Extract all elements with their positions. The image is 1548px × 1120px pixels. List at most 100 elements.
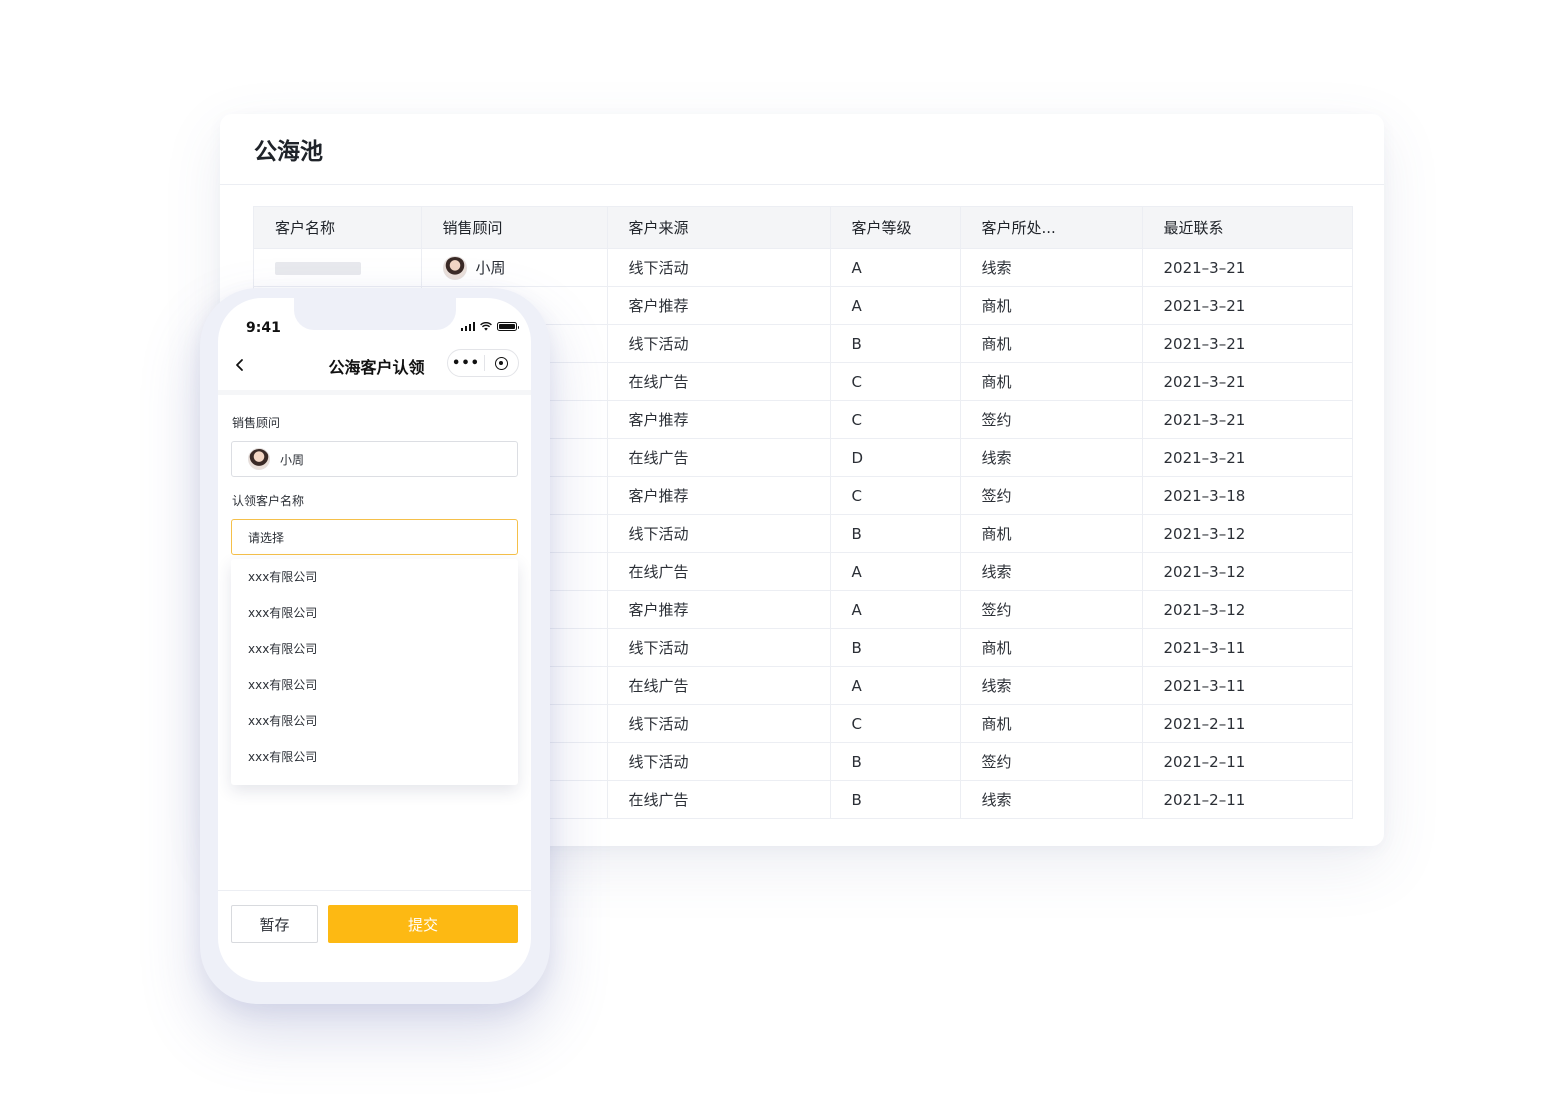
last-contact-cell: 2021–3–21 <box>1142 286 1352 325</box>
source-cell: 在线广告 <box>607 780 831 818</box>
dropdown-option[interactable]: xxx有限公司 <box>231 739 518 775</box>
source-cell: 客户推荐 <box>607 476 831 515</box>
dropdown-option[interactable]: xxx有限公司 <box>231 703 518 739</box>
status-time: 9:41 <box>246 320 281 336</box>
dropdown-option[interactable]: xxx有限公司 <box>231 559 518 595</box>
source-cell: 在线广告 <box>607 666 831 705</box>
advisor-field-value: 小周 <box>280 452 305 467</box>
source-cell: 线下活动 <box>607 514 831 553</box>
level-cell: B <box>830 324 961 363</box>
source-cell: 线下活动 <box>607 628 831 667</box>
nav-bar: 公海客户认领 ••• <box>218 348 531 382</box>
status-icons <box>460 322 519 331</box>
submit-button[interactable]: 提交 <box>328 905 518 943</box>
column-header-source[interactable]: 客户来源 <box>607 207 831 249</box>
last-contact-cell: 2021–3–21 <box>1142 248 1352 287</box>
level-cell: C <box>830 362 961 401</box>
stage-cell: 商机 <box>960 628 1143 667</box>
source-cell: 客户推荐 <box>607 286 831 325</box>
last-contact-cell: 2021–3–11 <box>1142 628 1352 667</box>
last-contact-cell: 2021–3–21 <box>1142 400 1352 439</box>
level-cell: B <box>830 742 961 781</box>
last-contact-cell: 2021–2–11 <box>1142 704 1352 743</box>
stage-cell: 线索 <box>960 666 1143 705</box>
avatar <box>248 448 270 470</box>
more-dots-icon[interactable]: ••• <box>448 357 484 370</box>
stage-cell: 线索 <box>960 438 1143 477</box>
dropdown-option[interactable]: xxx有限公司 <box>231 667 518 703</box>
close-mini-program-button[interactable] <box>485 356 518 370</box>
column-header-stage[interactable]: 客户所处... <box>960 207 1143 249</box>
nav-divider <box>218 390 531 395</box>
signal-icon <box>460 322 475 331</box>
level-cell: C <box>830 400 961 439</box>
source-cell: 线下活动 <box>607 248 831 287</box>
stage-cell: 签约 <box>960 476 1143 515</box>
level-cell: A <box>830 552 961 591</box>
last-contact-cell: 2021–3–18 <box>1142 476 1352 515</box>
last-contact-cell: 2021–3–12 <box>1142 552 1352 591</box>
level-cell: C <box>830 704 961 743</box>
phone-screen: 9:41 公海客户认领 ••• 销售顾问 小周 认领客户名称 请选择 xxx有限… <box>218 298 531 982</box>
stage-cell: 线索 <box>960 552 1143 591</box>
save-draft-button[interactable]: 暂存 <box>231 905 318 943</box>
customer-select[interactable]: 请选择 <box>231 519 518 555</box>
level-cell: A <box>830 286 961 325</box>
advisor-cell: 小周 <box>421 248 608 287</box>
source-cell: 线下活动 <box>607 324 831 363</box>
advisor-field[interactable]: 小周 <box>231 441 518 477</box>
last-contact-cell: 2021–2–11 <box>1142 742 1352 781</box>
level-cell: A <box>830 590 961 629</box>
table-header-row: 客户名称 销售顾问 客户来源 客户等级 客户所处... 最近联系 <box>254 207 1352 249</box>
stage-cell: 商机 <box>960 704 1143 743</box>
stage-cell: 线索 <box>960 248 1143 287</box>
advisor-label: 销售顾问 <box>232 416 281 430</box>
source-cell: 客户推荐 <box>607 590 831 629</box>
source-cell: 在线广告 <box>607 552 831 591</box>
last-contact-cell: 2021–3–21 <box>1142 362 1352 401</box>
column-header-level[interactable]: 客户等级 <box>830 207 961 249</box>
avatar <box>442 255 467 280</box>
stage-cell: 商机 <box>960 286 1143 325</box>
customer-dropdown: xxx有限公司 xxx有限公司 xxx有限公司 xxx有限公司 xxx有限公司 … <box>231 559 518 785</box>
customer-name-cell <box>254 248 422 287</box>
source-cell: 线下活动 <box>607 742 831 781</box>
level-cell: A <box>830 248 961 287</box>
column-header-customer-name[interactable]: 客户名称 <box>254 207 422 249</box>
level-cell: C <box>830 476 961 515</box>
stage-cell: 线索 <box>960 780 1143 818</box>
level-cell: D <box>830 438 961 477</box>
dropdown-option[interactable]: xxx有限公司 <box>231 631 518 667</box>
mini-program-capsule: ••• <box>447 349 519 377</box>
battery-icon <box>497 322 519 331</box>
table-row[interactable]: 小周 线下活动 A 线索 2021–3–21 <box>254 248 1352 287</box>
panel-header: 公海池 <box>220 114 1384 185</box>
advisor-name: 小周 <box>475 259 506 277</box>
level-cell: B <box>830 628 961 667</box>
customer-name-label: 认领客户名称 <box>232 494 305 508</box>
bottom-bar-divider <box>218 890 531 891</box>
page-title: 公海池 <box>254 139 323 165</box>
phone-mockup: 9:41 公海客户认领 ••• 销售顾问 小周 认领客户名称 请选择 xxx有限… <box>200 288 550 1004</box>
wifi-icon <box>480 322 492 331</box>
stage-cell: 签约 <box>960 742 1143 781</box>
dropdown-option[interactable]: xxx有限公司 <box>231 595 518 631</box>
column-header-last-contact[interactable]: 最近联系 <box>1142 207 1352 249</box>
source-cell: 线下活动 <box>607 704 831 743</box>
level-cell: B <box>830 514 961 553</box>
column-header-advisor[interactable]: 销售顾问 <box>421 207 608 249</box>
name-placeholder <box>275 261 361 275</box>
stage-cell: 签约 <box>960 590 1143 629</box>
source-cell: 客户推荐 <box>607 400 831 439</box>
stage-cell: 商机 <box>960 362 1143 401</box>
level-cell: A <box>830 666 961 705</box>
last-contact-cell: 2021–2–11 <box>1163 790 1246 809</box>
last-contact-cell: 2021–3–21 <box>1142 324 1352 363</box>
source-cell: 在线广告 <box>607 362 831 401</box>
customer-select-placeholder: 请选择 <box>248 530 285 545</box>
stage-cell: 商机 <box>960 514 1143 553</box>
last-contact-cell: 2021–3–12 <box>1142 590 1352 629</box>
phone-notch <box>294 298 456 330</box>
level-cell: B <box>830 780 961 818</box>
last-contact-cell: 2021–3–12 <box>1142 514 1352 553</box>
